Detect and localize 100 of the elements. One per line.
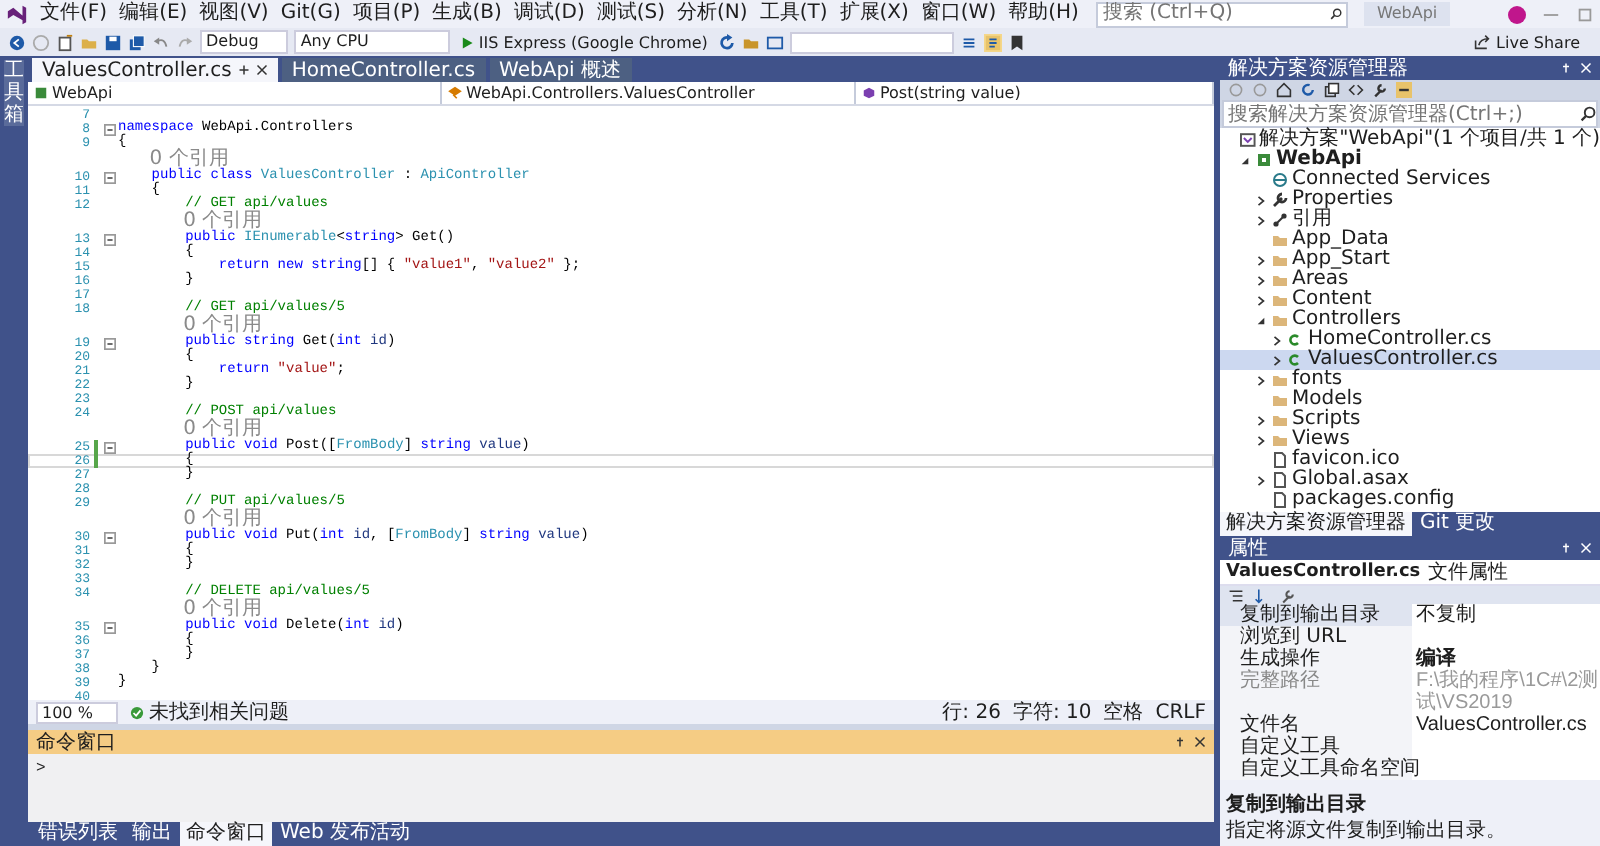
tree-item[interactable]: fonts <box>1220 370 1600 390</box>
tree-item[interactable]: packages.config <box>1220 490 1600 510</box>
tree-item[interactable]: Models <box>1220 390 1600 410</box>
collapse-icon[interactable] <box>104 621 116 633</box>
check-icon <box>130 705 145 719</box>
tree-item[interactable]: App_Start <box>1220 250 1600 270</box>
indent-status[interactable]: 空格 <box>1103 698 1144 726</box>
wrench-icon[interactable] <box>1280 587 1296 603</box>
home-icon[interactable] <box>1276 82 1292 98</box>
platform-dropdown[interactable]: Any CPU <box>294 30 451 54</box>
zoom-dropdown[interactable]: 100 % <box>36 701 119 723</box>
expanded-arrow-icon[interactable] <box>1256 315 1266 325</box>
window-icon[interactable] <box>765 33 784 51</box>
panel-tab[interactable]: Web 发布活动 <box>274 822 416 846</box>
tree-item[interactable]: 解决方案"WebApi"(1 个项目/共 1 个) <box>1220 130 1600 150</box>
menu-item[interactable]: 测试(S) <box>590 0 672 28</box>
undo-icon[interactable] <box>152 33 170 51</box>
document-tab[interactable]: ValuesController.cs <box>32 58 278 82</box>
panel-tab[interactable]: Git 更改 <box>1414 512 1502 536</box>
tree-item[interactable]: HomeController.cs <box>1220 330 1600 350</box>
tree-item[interactable]: App_Data <box>1220 230 1600 250</box>
tree-item[interactable]: 引用 <box>1220 210 1600 230</box>
comment-icon[interactable] <box>983 33 1002 51</box>
refresh-icon[interactable] <box>1300 82 1316 98</box>
wrench-icon[interactable] <box>1372 82 1388 98</box>
menu-item[interactable]: 帮助(H) <box>1002 0 1085 28</box>
globe-icon <box>1272 172 1288 188</box>
configuration-dropdown[interactable]: Debug <box>200 30 289 54</box>
avatar-icon[interactable] <box>1508 5 1526 23</box>
panel-tab[interactable]: 解决方案资源管理器 <box>1220 512 1412 536</box>
tree-item[interactable]: Global.asax <box>1220 470 1600 490</box>
line-ending-status[interactable]: CRLF <box>1155 701 1206 723</box>
tree-item[interactable]: Connected Services <box>1220 170 1600 190</box>
search-field[interactable]: 搜索 (Ctrl+Q) <box>1096 1 1349 27</box>
collapse-icon[interactable] <box>104 337 116 349</box>
project-dropdown[interactable]: WebApi <box>28 82 442 104</box>
save-all-icon[interactable] <box>128 33 146 51</box>
property-value[interactable]: ValuesController.cs <box>1412 714 1600 736</box>
panel-title: 解决方案资源管理器 <box>1228 55 1408 82</box>
list-icon[interactable] <box>959 33 978 51</box>
categorized-icon[interactable] <box>1228 587 1244 603</box>
member-dropdown[interactable]: Post(string value) <box>856 82 1214 104</box>
menu-item[interactable]: 文件(F) <box>34 0 114 28</box>
menu-item[interactable]: 视图(V) <box>193 0 275 28</box>
tree-item[interactable]: Views <box>1220 430 1600 450</box>
class-icon <box>448 86 462 100</box>
collapse-icon[interactable] <box>104 171 116 183</box>
object-dropdown[interactable]: ValuesController.cs 文件属性 <box>1220 560 1600 586</box>
menu-item[interactable]: 分析(N) <box>671 0 754 28</box>
refresh-icon[interactable] <box>717 33 736 51</box>
tree-item[interactable]: favicon.ico <box>1220 450 1600 470</box>
menu-item[interactable]: 调试(D) <box>507 0 591 28</box>
property-value[interactable]: 编译 <box>1412 648 1600 670</box>
new-item-icon[interactable] <box>56 33 74 51</box>
document-tab[interactable]: HomeController.cs <box>281 58 486 82</box>
collapse-icon[interactable] <box>104 123 116 135</box>
preview-icon[interactable] <box>1396 82 1412 98</box>
menu-item[interactable]: 生成(B) <box>426 0 508 28</box>
close-icon[interactable] <box>255 64 268 76</box>
collapse-icon[interactable] <box>104 233 116 245</box>
tree-item[interactable]: Areas <box>1220 270 1600 290</box>
live-share-button[interactable]: Live Share <box>1462 31 1592 53</box>
property-value[interactable]: 不复制 <box>1412 604 1600 626</box>
bookmark-icon[interactable] <box>1007 33 1026 51</box>
type-dropdown[interactable]: WebApi.Controllers.ValuesController <box>442 82 856 104</box>
search-icon <box>1330 6 1343 22</box>
menu-item[interactable]: 窗口(W) <box>914 0 1003 28</box>
document-tab[interactable]: WebApi 概述 <box>489 58 631 82</box>
menu-item[interactable]: 扩展(X) <box>833 0 915 28</box>
property-name[interactable]: 自定义工具 <box>1220 736 1412 758</box>
tree-item[interactable]: Content <box>1220 290 1600 310</box>
menu-item[interactable]: 项目(P) <box>346 0 427 28</box>
tree-item[interactable]: ValuesController.cs <box>1220 350 1600 370</box>
property-name[interactable]: 生成操作 <box>1220 648 1412 670</box>
tree-item[interactable]: Controllers <box>1220 310 1600 330</box>
expanded-arrow-icon[interactable] <box>1240 155 1250 165</box>
menu-item[interactable]: 工具(T) <box>753 0 834 28</box>
close-icon[interactable] <box>1194 736 1206 748</box>
collapse-icon[interactable] <box>104 441 116 453</box>
menu-item[interactable]: 编辑(E) <box>113 0 194 28</box>
tree-item[interactable]: WebApi <box>1220 150 1600 170</box>
panel-tab[interactable]: 输出 <box>126 822 178 846</box>
toolbox-tab[interactable]: 工具箱 <box>4 60 24 126</box>
panel-tab[interactable]: 命令窗口 <box>180 822 272 846</box>
tree-item[interactable]: Properties <box>1220 190 1600 210</box>
references-icon <box>1272 212 1288 228</box>
property-name[interactable]: 文件名 <box>1220 714 1412 736</box>
save-icon[interactable] <box>104 33 122 51</box>
command-field[interactable]: > <box>28 754 1214 822</box>
property-name[interactable]: 复制到输出目录 <box>1220 604 1412 626</box>
issues-status[interactable]: 未找到相关问题 <box>148 698 289 726</box>
run-button[interactable]: IIS Express (Google Chrome) <box>456 33 712 51</box>
property-name[interactable]: 浏览到 URL <box>1220 626 1412 648</box>
tree-item[interactable]: Scripts <box>1220 410 1600 430</box>
line-status: 行: 26 <box>942 700 1001 726</box>
panel-tab[interactable]: 错误列表 <box>32 822 124 846</box>
menu-item[interactable]: Git(G) <box>274 0 347 28</box>
code-icon[interactable] <box>1348 82 1364 98</box>
collapse-all-icon[interactable] <box>1324 82 1340 98</box>
collapse-icon[interactable] <box>104 531 116 543</box>
